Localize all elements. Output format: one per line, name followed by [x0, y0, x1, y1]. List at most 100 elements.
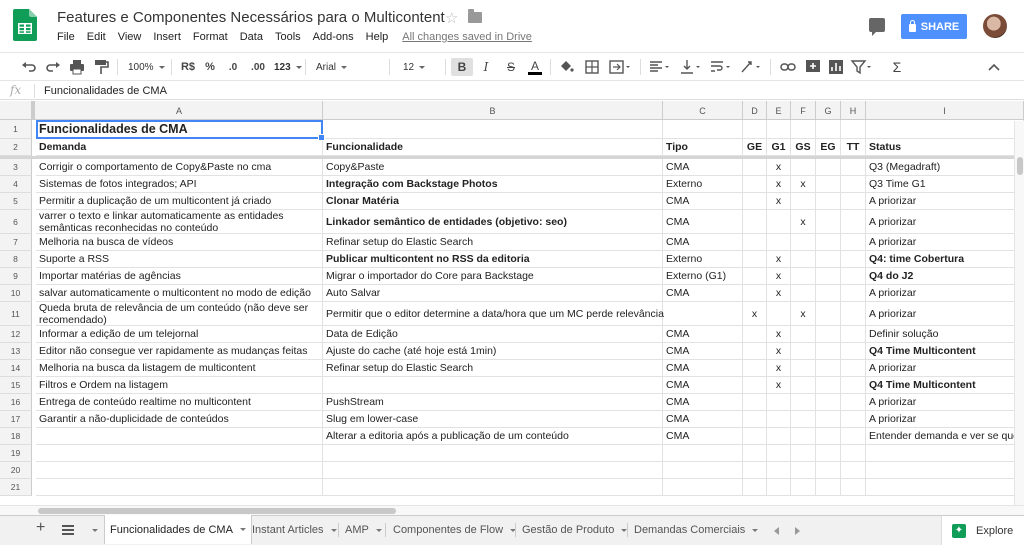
cell-g[interactable]	[816, 343, 841, 360]
column-header-a[interactable]: A	[36, 101, 323, 120]
cell-g[interactable]	[816, 302, 841, 326]
redo-icon[interactable]	[44, 58, 62, 76]
row-header[interactable]: 8	[0, 251, 32, 268]
cell-a[interactable]: Permitir a duplicação de um multicontent…	[36, 193, 323, 210]
cell-f[interactable]	[791, 234, 816, 251]
cell-h[interactable]	[841, 377, 866, 394]
formula-input[interactable]: Funcionalidades de CMA	[44, 85, 167, 97]
cell-h[interactable]	[841, 176, 866, 193]
merge-cells-icon[interactable]	[608, 58, 632, 76]
row-header[interactable]: 15	[0, 377, 32, 394]
scroll-tabs-left-icon[interactable]	[774, 527, 779, 535]
cell-d[interactable]	[743, 176, 767, 193]
cell-c[interactable]: Tipo	[663, 139, 743, 156]
cell-a[interactable]: Garantir a não-duplicidade de conteúdos	[36, 411, 323, 428]
cell-d[interactable]	[743, 285, 767, 302]
cell-d[interactable]	[743, 326, 767, 343]
cell-e[interactable]: x	[767, 343, 791, 360]
cell-d[interactable]	[743, 251, 767, 268]
cell-c[interactable]: CMA	[663, 326, 743, 343]
cell-f[interactable]	[791, 360, 816, 377]
cell-g[interactable]	[816, 176, 841, 193]
insert-chart-icon[interactable]	[827, 58, 845, 76]
cell-a[interactable]: Funcionalidades de CMA	[36, 120, 323, 139]
cell-b[interactable]: Refinar setup do Elastic Search	[323, 234, 663, 251]
cell-a[interactable]: salvar automaticamente o multicontent no…	[36, 285, 323, 302]
cell-e[interactable]	[767, 394, 791, 411]
column-header-d[interactable]: D	[743, 101, 767, 120]
cell-f[interactable]	[791, 479, 816, 496]
cell-a[interactable]	[36, 479, 323, 496]
cell-b[interactable]: Slug em lower-case	[323, 411, 663, 428]
cell-h[interactable]	[841, 326, 866, 343]
avatar[interactable]	[983, 14, 1007, 38]
row-header[interactable]: 2	[0, 139, 32, 156]
row-header[interactable]: 7	[0, 234, 32, 251]
cell-e[interactable]: x	[767, 176, 791, 193]
menu-insert[interactable]: Insert	[153, 31, 181, 43]
cell-h[interactable]	[841, 479, 866, 496]
cell-c[interactable]: CMA	[663, 210, 743, 234]
cell-c[interactable]: CMA	[663, 343, 743, 360]
cell-c[interactable]: CMA	[663, 234, 743, 251]
cell-h[interactable]	[841, 445, 866, 462]
column-header-h[interactable]: H	[841, 101, 866, 120]
cell-i[interactable]: Q4 Time Multicontent	[866, 377, 1024, 394]
fill-color-icon[interactable]	[557, 58, 575, 76]
insert-link-icon[interactable]	[779, 58, 797, 76]
cell-f[interactable]	[791, 462, 816, 479]
cell-c[interactable]	[663, 479, 743, 496]
cell-i[interactable]: Definir solução	[866, 326, 1024, 343]
tab-dropdown-icon[interactable]	[752, 528, 759, 532]
tab-dropdown-icon[interactable]	[330, 528, 337, 532]
cell-h[interactable]	[841, 394, 866, 411]
cell-d[interactable]	[743, 462, 767, 479]
cell-f[interactable]: x	[791, 176, 816, 193]
cell-c[interactable]	[663, 462, 743, 479]
cell-i[interactable]: Entender demanda e ver se que	[866, 428, 1024, 445]
tab-dropdown-icon[interactable]	[239, 528, 246, 531]
row-header[interactable]: 13	[0, 343, 32, 360]
font-select[interactable]: Arial	[316, 58, 384, 76]
cell-d[interactable]	[743, 159, 767, 176]
cell-c[interactable]	[663, 302, 743, 326]
cell-e[interactable]: x	[767, 326, 791, 343]
cell-a[interactable]: Demanda	[36, 139, 323, 156]
cell-e[interactable]	[767, 234, 791, 251]
cell-d[interactable]: x	[743, 302, 767, 326]
cell-f[interactable]	[791, 268, 816, 285]
cell-e[interactable]	[767, 479, 791, 496]
cell-e[interactable]: x	[767, 159, 791, 176]
strikethrough-button[interactable]: S	[503, 58, 519, 76]
menu-format[interactable]: Format	[193, 31, 228, 43]
text-rotation-icon[interactable]	[739, 58, 763, 76]
percent-format-button[interactable]: %	[203, 58, 217, 76]
row-header[interactable]: 10	[0, 285, 32, 302]
cell-e[interactable]: x	[767, 377, 791, 394]
cell-b[interactable]: Ajuste do cache (até hoje está 1min)	[323, 343, 663, 360]
cell-a[interactable]: Informar a edição de um telejornal	[36, 326, 323, 343]
cell-g[interactable]	[816, 159, 841, 176]
cell-c[interactable]: CMA	[663, 360, 743, 377]
cell-i[interactable]: A priorizar	[866, 302, 1024, 326]
cell-g[interactable]	[816, 360, 841, 377]
cell-d[interactable]	[743, 120, 767, 139]
all-sheets-icon[interactable]	[62, 525, 74, 535]
cell-d[interactable]	[743, 210, 767, 234]
select-all-corner[interactable]	[0, 101, 35, 120]
cell-a[interactable]: Sistemas de fotos integrados; API	[36, 176, 323, 193]
cell-f[interactable]	[791, 394, 816, 411]
cell-d[interactable]	[743, 343, 767, 360]
text-color-button[interactable]: A	[526, 58, 544, 76]
star-icon[interactable]: ☆	[445, 9, 458, 27]
cell-b[interactable]: PushStream	[323, 394, 663, 411]
cell-b[interactable]: Copy&Paste	[323, 159, 663, 176]
cell-b[interactable]: Integração com Backstage Photos	[323, 176, 663, 193]
menu-help[interactable]: Help	[366, 31, 389, 43]
cell-h[interactable]	[841, 411, 866, 428]
currency-format-button[interactable]: R$	[179, 58, 197, 76]
tab-demandas-comerciais[interactable]: Demandas Comerciais	[634, 516, 759, 544]
bold-button[interactable]: B	[451, 58, 473, 76]
text-wrapping-icon[interactable]	[709, 58, 733, 76]
cell-g[interactable]	[816, 428, 841, 445]
